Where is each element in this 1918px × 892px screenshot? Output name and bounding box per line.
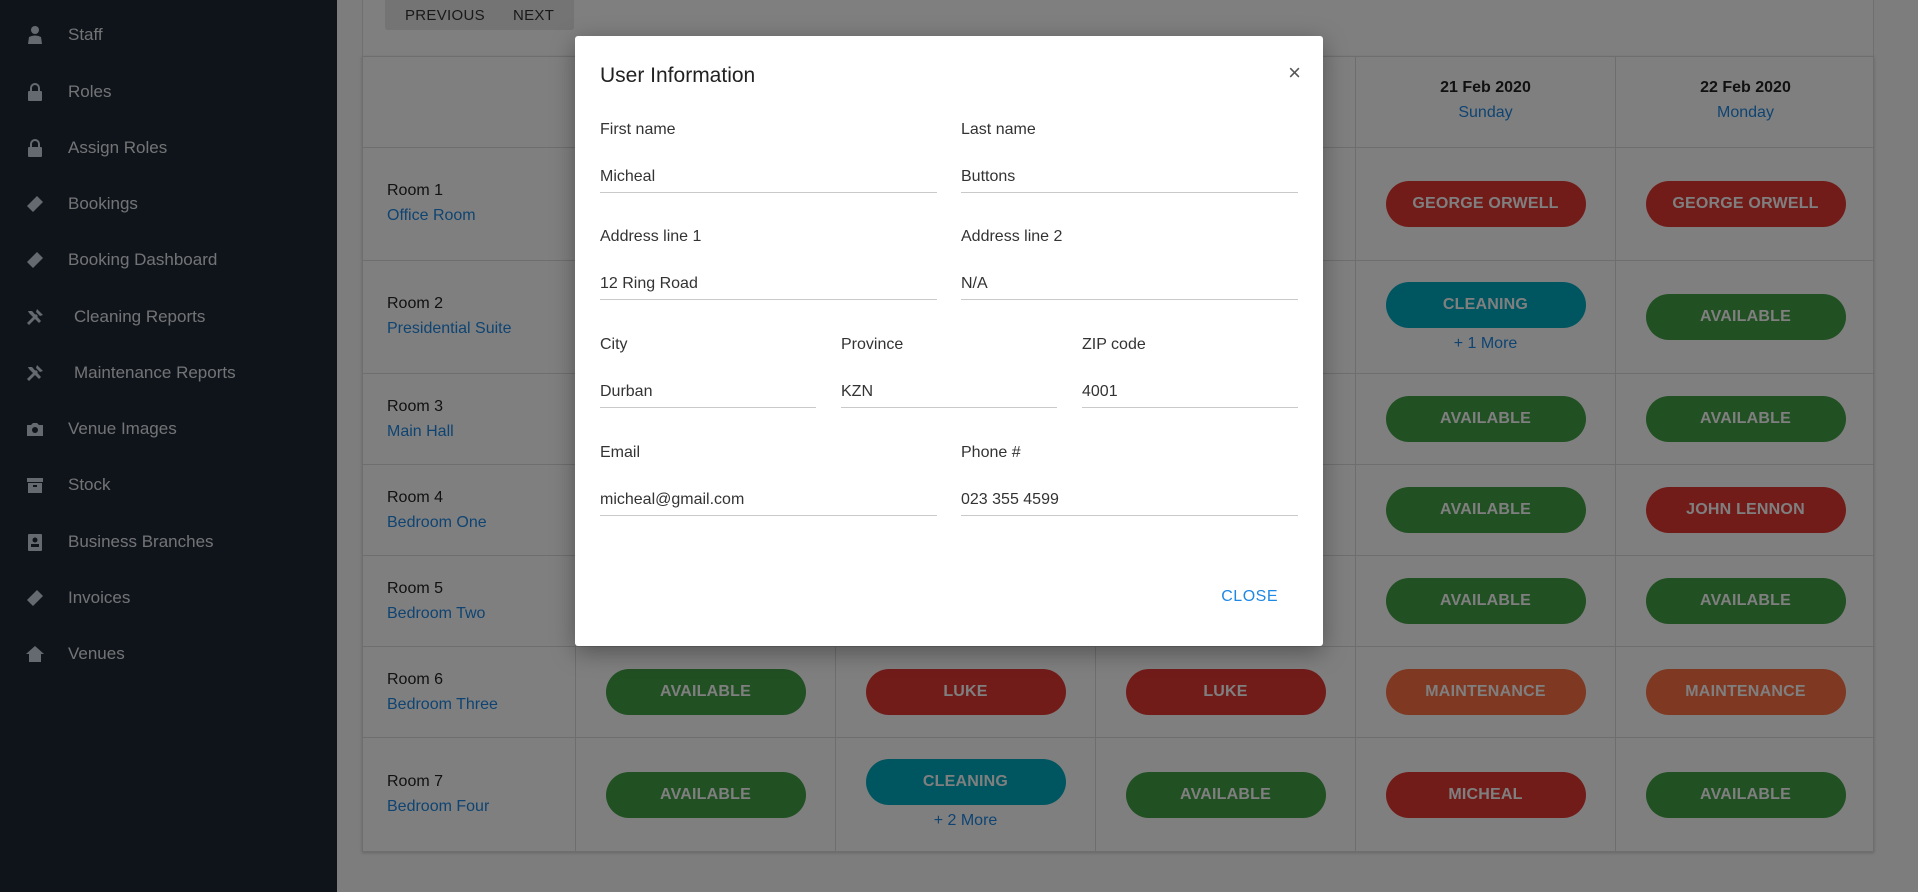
field-underline bbox=[600, 515, 937, 516]
field-label: Email bbox=[600, 444, 641, 461]
zip-code-field[interactable]: ZIP code 4001 bbox=[1082, 336, 1298, 408]
close-icon[interactable]: × bbox=[1288, 60, 1301, 86]
user-information-dialog: User Information × First name Micheal La… bbox=[575, 36, 1323, 646]
email-field[interactable]: Email micheal@gmail.com bbox=[600, 444, 937, 516]
field-underline bbox=[961, 192, 1298, 193]
field-label: Last name bbox=[961, 121, 1036, 138]
phone-field[interactable]: Phone # 023 355 4599 bbox=[961, 444, 1298, 516]
dialog-title: User Information bbox=[600, 64, 756, 87]
field-value[interactable]: Durban bbox=[600, 383, 816, 401]
field-value[interactable]: micheal@gmail.com bbox=[600, 491, 937, 509]
field-value[interactable]: 4001 bbox=[1082, 383, 1298, 401]
field-label: ZIP code bbox=[1082, 336, 1146, 353]
last-name-field[interactable]: Last name Buttons bbox=[961, 121, 1298, 193]
field-underline bbox=[1082, 407, 1298, 408]
field-value[interactable]: Micheal bbox=[600, 168, 937, 186]
field-value[interactable]: KZN bbox=[841, 383, 1057, 401]
first-name-field[interactable]: First name Micheal bbox=[600, 121, 937, 193]
field-label: Phone # bbox=[961, 444, 1021, 461]
field-value[interactable]: 023 355 4599 bbox=[961, 491, 1298, 509]
field-value[interactable]: N/A bbox=[961, 275, 1298, 293]
field-underline bbox=[600, 299, 937, 300]
field-value[interactable]: Buttons bbox=[961, 168, 1298, 186]
field-label: First name bbox=[600, 121, 676, 138]
field-label: Address line 1 bbox=[600, 228, 702, 245]
city-field[interactable]: City Durban bbox=[600, 336, 816, 408]
field-underline bbox=[961, 299, 1298, 300]
close-button[interactable]: CLOSE bbox=[1221, 588, 1278, 606]
address-line-1-field[interactable]: Address line 1 12 Ring Road bbox=[600, 228, 937, 300]
province-field[interactable]: Province KZN bbox=[841, 336, 1057, 408]
field-underline bbox=[600, 192, 937, 193]
field-underline bbox=[961, 515, 1298, 516]
field-label: City bbox=[600, 336, 628, 353]
field-underline bbox=[600, 407, 816, 408]
field-underline bbox=[841, 407, 1057, 408]
address-line-2-field[interactable]: Address line 2 N/A bbox=[961, 228, 1298, 300]
field-value[interactable]: 12 Ring Road bbox=[600, 275, 937, 293]
field-label: Province bbox=[841, 336, 904, 353]
field-label: Address line 2 bbox=[961, 228, 1063, 245]
